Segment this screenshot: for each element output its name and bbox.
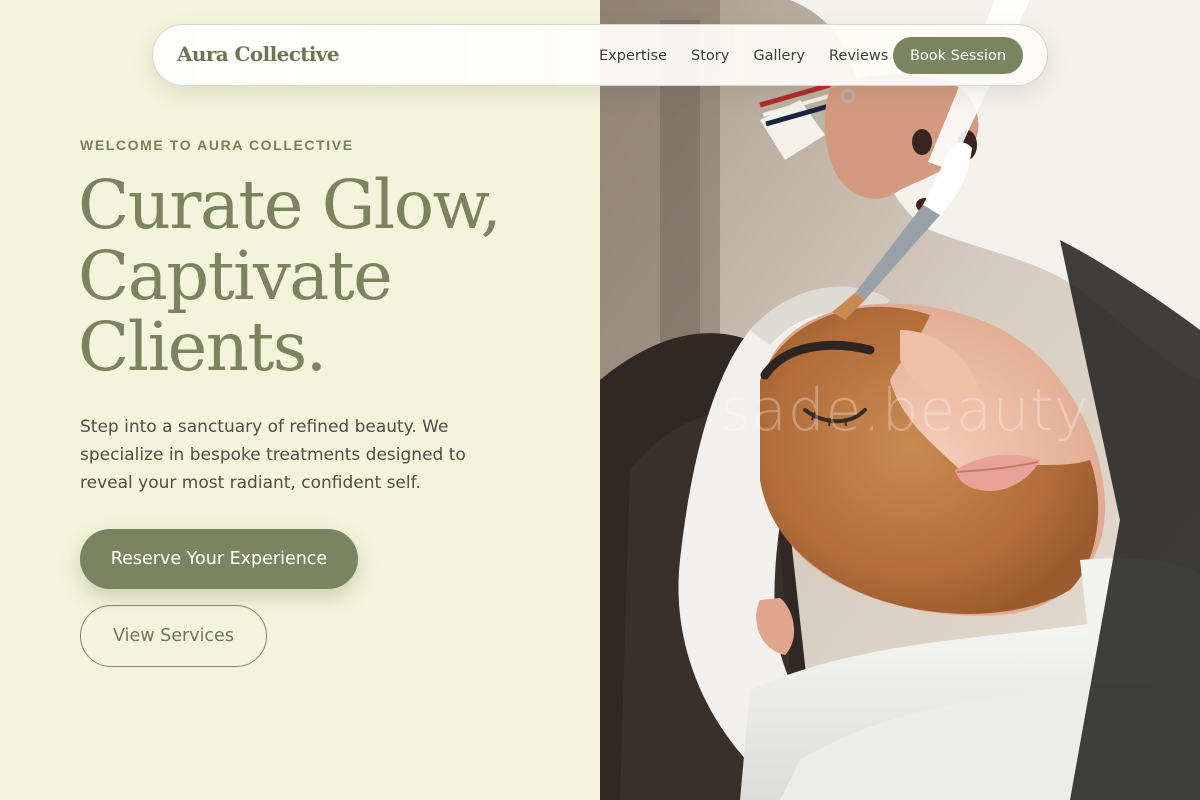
hero-description: Step into a sanctuary of refined beauty.… [80, 417, 466, 493]
nav-link-gallery[interactable]: Gallery [753, 48, 805, 64]
view-services-button[interactable]: View Services [80, 605, 267, 667]
hero-headline: Curate Glow, Captivate Clients. [78, 170, 578, 383]
reserve-experience-button[interactable]: Reserve Your Experience [80, 529, 358, 589]
headline-line-2: Captivate [78, 237, 393, 315]
photo-watermark: sade.beauty [720, 376, 1090, 444]
top-nav: Aura Collective Expertise Story Gallery … [152, 24, 1048, 86]
nav-link-reviews[interactable]: Reviews [829, 48, 888, 64]
nav-link-story[interactable]: Story [691, 48, 729, 64]
headline-line-1: Curate Glow, [78, 166, 502, 244]
headline-line-3: Clients. [78, 308, 327, 386]
hero-photo: sade.beauty [600, 0, 1200, 800]
book-session-button[interactable]: Book Session [893, 37, 1023, 74]
brand-logo[interactable]: Aura Collective [177, 42, 340, 66]
hero-eyebrow: WELCOME TO AURA COLLECTIVE [80, 137, 354, 153]
nav-links: Expertise Story Gallery Reviews [599, 25, 912, 87]
nav-link-expertise[interactable]: Expertise [599, 48, 667, 64]
hero-text-panel [0, 0, 600, 800]
